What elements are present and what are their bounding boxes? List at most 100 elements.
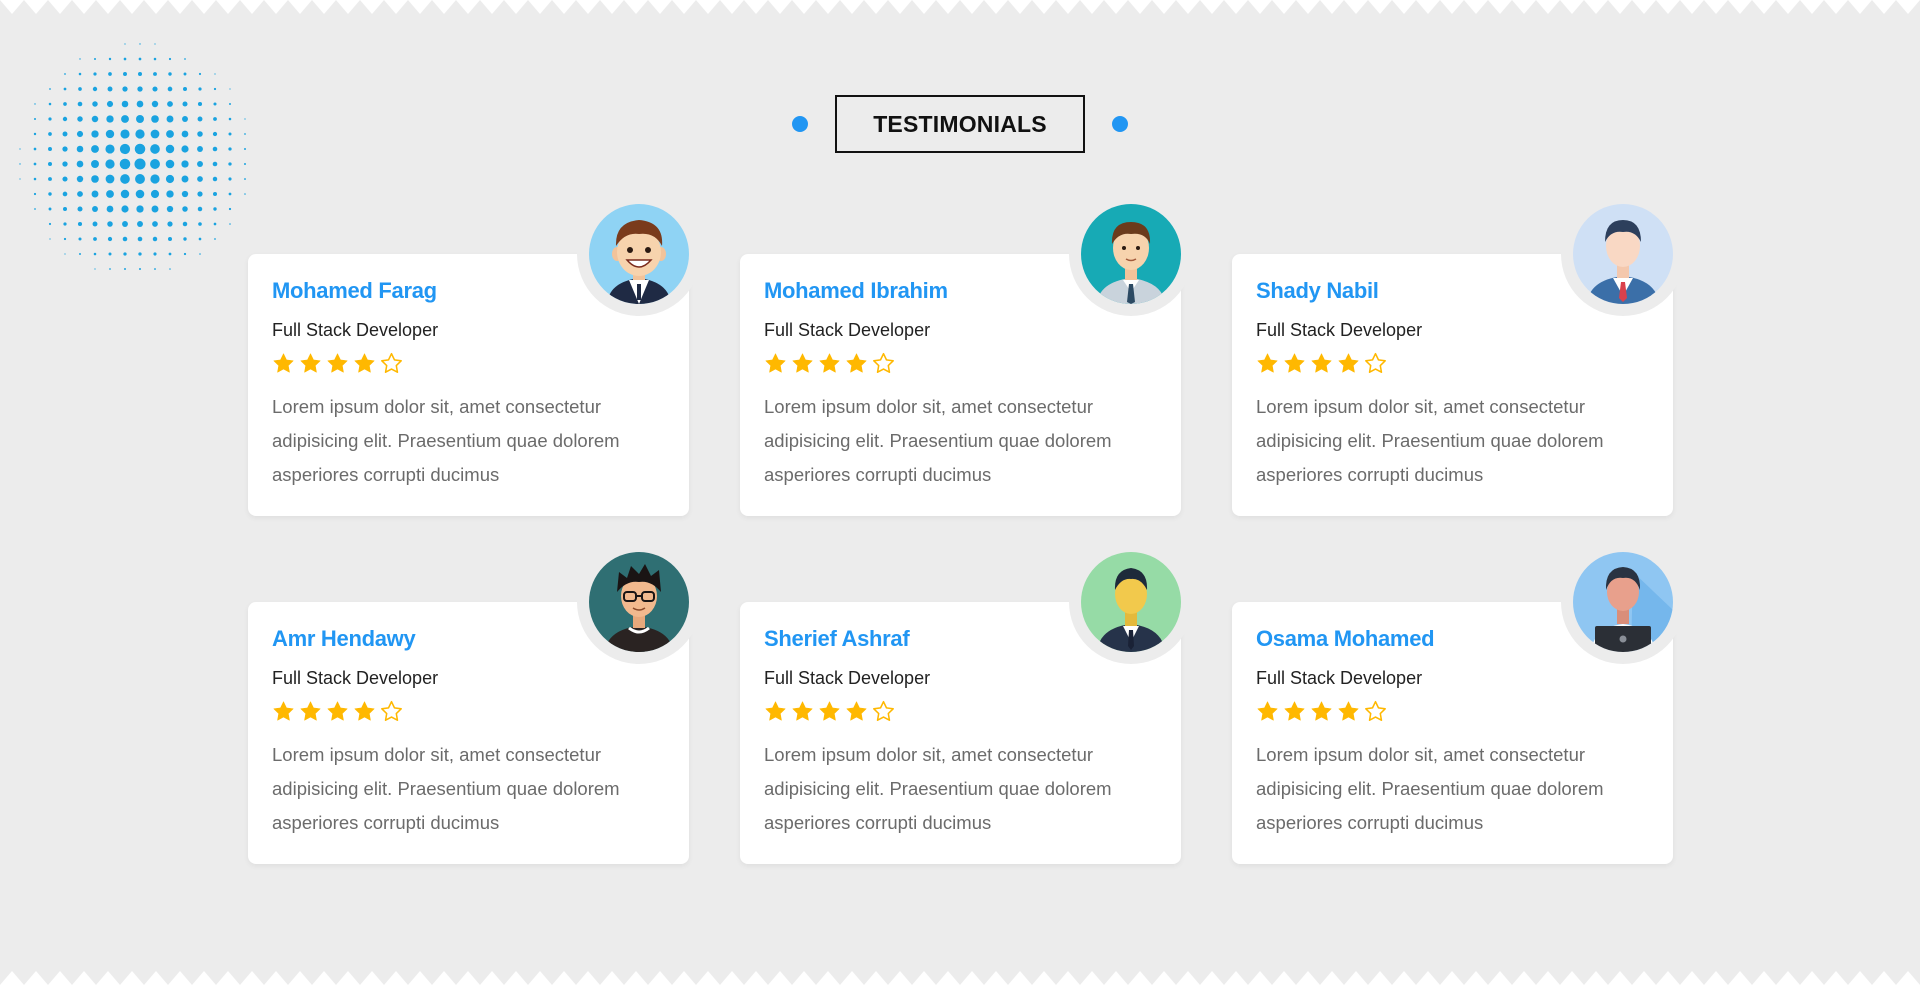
halftone-dot bbox=[93, 252, 97, 256]
star-filled-icon bbox=[818, 700, 841, 723]
halftone-dot bbox=[123, 57, 127, 61]
halftone-dot bbox=[92, 86, 98, 92]
halftone-dot bbox=[152, 236, 158, 242]
halftone-dot bbox=[105, 159, 115, 169]
star-filled-icon bbox=[1283, 700, 1306, 723]
suit-man-avatar-icon bbox=[1573, 204, 1673, 304]
testimonial-name: Mohamed Ibrahim bbox=[764, 278, 948, 303]
zigzag-top-border bbox=[0, 0, 1920, 16]
halftone-dot bbox=[244, 163, 246, 165]
star-filled-icon bbox=[1337, 700, 1360, 723]
halftone-dot bbox=[153, 72, 157, 76]
halftone-dot bbox=[91, 160, 99, 168]
halftone-dot bbox=[107, 86, 113, 92]
halftone-dot bbox=[123, 252, 127, 256]
halftone-dot bbox=[135, 174, 145, 184]
star-filled-icon bbox=[299, 700, 322, 723]
halftone-dot bbox=[77, 191, 83, 197]
halftone-dot bbox=[106, 205, 114, 213]
testimonial-card: Shady Nabil Full Stack Developer Lorem i… bbox=[1232, 192, 1685, 516]
halftone-dot bbox=[34, 208, 36, 210]
halftone-dot bbox=[166, 190, 174, 198]
halftone-dot bbox=[33, 162, 37, 166]
halftone-dot bbox=[91, 175, 99, 183]
halftone-dot bbox=[78, 72, 82, 76]
halftone-dot bbox=[108, 57, 112, 61]
star-empty-icon bbox=[872, 700, 895, 723]
testimonial-card: Mohamed Ibrahim Full Stack Developer Lor… bbox=[740, 192, 1193, 516]
halftone-dot bbox=[48, 207, 52, 211]
halftone-dot bbox=[105, 174, 115, 184]
halftone-dot bbox=[197, 176, 203, 182]
testimonial-role: Full Stack Developer bbox=[272, 320, 439, 340]
halftone-dot bbox=[48, 192, 52, 196]
star-filled-icon bbox=[818, 352, 841, 375]
star-filled-icon bbox=[764, 700, 787, 723]
halftone-dot bbox=[136, 205, 144, 213]
star-rating bbox=[764, 352, 895, 375]
halftone-dot bbox=[228, 162, 232, 166]
halftone-dot bbox=[122, 221, 128, 227]
halftone-dot bbox=[62, 191, 68, 197]
halftone-dot bbox=[63, 207, 67, 211]
halftone-dot bbox=[228, 207, 232, 211]
halftone-dot bbox=[77, 221, 83, 227]
halftone-dot bbox=[137, 236, 143, 242]
star-filled-icon bbox=[1337, 352, 1360, 375]
halftone-dot bbox=[181, 190, 189, 198]
star-empty-icon bbox=[872, 352, 895, 375]
star-filled-icon bbox=[272, 700, 295, 723]
halftone-dot bbox=[93, 72, 97, 76]
halftone-dot bbox=[63, 87, 67, 91]
halftone-dot bbox=[94, 268, 96, 270]
halftone-dot bbox=[124, 43, 126, 45]
testimonial-card: Mohamed Farag Full Stack Developer Lorem… bbox=[248, 192, 701, 516]
avatar bbox=[1573, 552, 1673, 652]
halftone-dot bbox=[183, 252, 187, 256]
halftone-dot bbox=[63, 237, 67, 241]
halftone-dot bbox=[76, 175, 84, 183]
star-filled-icon bbox=[791, 352, 814, 375]
star-empty-icon bbox=[1364, 700, 1387, 723]
halftone-dot bbox=[198, 237, 202, 241]
star-filled-icon bbox=[299, 352, 322, 375]
halftone-dot bbox=[93, 237, 97, 241]
halftone-dot bbox=[77, 206, 83, 212]
halftone-dot bbox=[48, 222, 52, 226]
halftone-dot bbox=[212, 161, 218, 167]
halftone-dot bbox=[167, 86, 173, 92]
avatar bbox=[589, 204, 689, 304]
halftone-dot bbox=[119, 158, 131, 170]
star-empty-icon bbox=[380, 352, 403, 375]
halftone-dot bbox=[165, 174, 175, 184]
testimonial-name: Mohamed Farag bbox=[272, 278, 437, 303]
halftone-dot bbox=[78, 87, 82, 91]
halftone-dot bbox=[19, 178, 21, 180]
avatar bbox=[589, 552, 689, 652]
halftone-dot bbox=[137, 71, 143, 77]
halftone-dot bbox=[182, 206, 188, 212]
halftone-dot bbox=[198, 72, 202, 76]
halftone-dot bbox=[124, 268, 126, 270]
halftone-dot bbox=[166, 205, 174, 213]
halftone-dot bbox=[152, 221, 158, 227]
halftone-dot bbox=[79, 253, 81, 255]
businessman-avatar-icon bbox=[1081, 204, 1181, 304]
halftone-dot bbox=[213, 207, 217, 211]
glasses-man-avatar-icon bbox=[589, 552, 689, 652]
star-filled-icon bbox=[353, 700, 376, 723]
halftone-dot bbox=[137, 221, 143, 227]
star-filled-icon bbox=[1310, 352, 1333, 375]
halftone-dot bbox=[49, 238, 51, 240]
title-right-dot bbox=[1112, 116, 1128, 132]
halftone-dot bbox=[48, 177, 52, 181]
avatar bbox=[1573, 204, 1673, 304]
testimonial-card: Amr Hendawy Full Stack Developer Lorem i… bbox=[248, 540, 701, 864]
star-rating bbox=[272, 352, 403, 375]
decorative-dots-pattern bbox=[19, 43, 246, 270]
avatar bbox=[1081, 552, 1181, 652]
halftone-dot bbox=[122, 236, 128, 242]
testimonials-grid: Mohamed Farag Full Stack Developer Lorem… bbox=[248, 192, 1685, 864]
star-filled-icon bbox=[326, 352, 349, 375]
halftone-dot bbox=[138, 252, 142, 256]
